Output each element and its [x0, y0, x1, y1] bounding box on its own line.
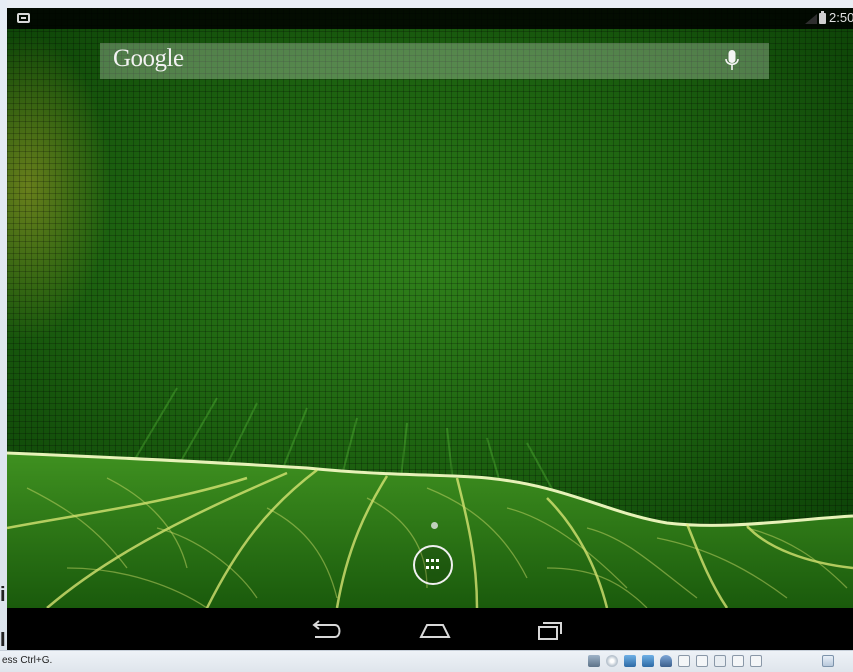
leaf-wallpaper-art: [7, 387, 853, 608]
host-status-bar: ess Ctrl+G.: [0, 650, 853, 672]
video-capture-icon[interactable]: [750, 655, 762, 667]
host-background-strip: [0, 0, 7, 650]
shared-folder-icon[interactable]: [678, 655, 690, 667]
google-logo-text: Google: [113, 45, 184, 72]
mic-icon[interactable]: [724, 49, 740, 73]
screen-icon: [17, 13, 30, 23]
navigation-bar: [7, 608, 853, 650]
status-time: 2:50: [829, 10, 853, 25]
back-icon[interactable]: [305, 617, 345, 643]
network-icon[interactable]: [624, 655, 636, 667]
display-icon[interactable]: [714, 655, 726, 667]
network-icon[interactable]: [642, 655, 654, 667]
android-screen[interactable]: 2:50 Google: [7, 8, 853, 650]
signal-icon: [805, 14, 817, 24]
recents-icon[interactable]: [529, 617, 569, 643]
vm-window: i I 2:50 Google ess Ctrl+G.: [0, 0, 853, 672]
video-capture-icon[interactable]: [732, 655, 744, 667]
page-indicator-dot: [431, 522, 438, 529]
battery-icon: [819, 11, 826, 24]
host-status-text: ess Ctrl+G.: [2, 655, 53, 666]
usb-icon[interactable]: [660, 655, 672, 667]
shared-folder-icon[interactable]: [696, 655, 708, 667]
hard-disk-icon[interactable]: [588, 655, 600, 667]
optical-drive-icon[interactable]: [606, 655, 618, 667]
status-bar: 2:50: [7, 8, 853, 29]
all-apps-button[interactable]: [413, 545, 453, 585]
google-search-bar[interactable]: Google: [100, 43, 769, 79]
host-key-icon[interactable]: [822, 655, 834, 667]
all-apps-icon: [426, 559, 440, 571]
home-icon[interactable]: [415, 617, 455, 643]
